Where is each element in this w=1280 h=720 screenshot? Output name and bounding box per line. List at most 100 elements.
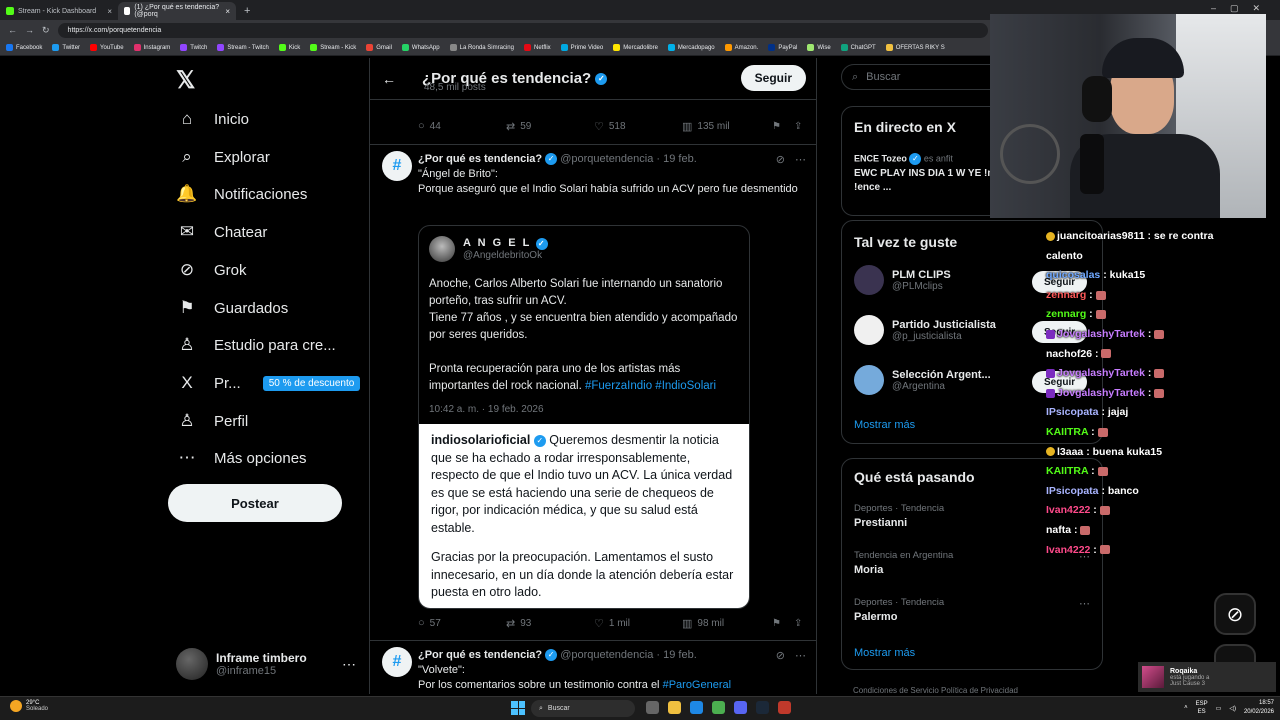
quoted-tweet[interactable]: A N G E L ✓ @AngeldebritoOk Anoche, Carl…	[418, 225, 750, 609]
forward-arrow-icon[interactable]: →	[25, 25, 34, 35]
suggested-account[interactable]: Partido Justicialista @p_justicialista	[854, 315, 996, 345]
clock[interactable]: 18:57 20/02/2026	[1244, 699, 1274, 717]
x-logo-icon[interactable]: 𝕏	[176, 66, 195, 95]
chat-username[interactable]: KAIITRA	[1046, 426, 1088, 438]
more-icon[interactable]: ⋯	[342, 656, 356, 673]
steam-icon[interactable]	[756, 701, 769, 714]
reply-button[interactable]: ○ 57	[418, 617, 506, 629]
chat-username[interactable]: JovgalashyTartek	[1057, 367, 1145, 379]
chat-username[interactable]: KAIITRA	[1046, 465, 1088, 477]
chrome-icon[interactable]	[712, 701, 725, 714]
chat-username[interactable]: nafta	[1046, 524, 1071, 536]
nav-item-explore[interactable]: ⌕ Explorar	[176, 143, 270, 171]
chat-username[interactable]: quicosalas	[1046, 269, 1100, 281]
weather-widget[interactable]: 29°C Soleado	[10, 700, 48, 712]
nav-item-home[interactable]: ⌂ Inicio	[176, 105, 249, 133]
nav-item-notifications[interactable]: 🔔 Notificaciones	[176, 180, 307, 208]
window-controls[interactable]: –▢✕	[1211, 3, 1274, 14]
bookmark-item[interactable]: Instagram	[133, 44, 170, 51]
bookmark-item[interactable]: PayPal	[768, 44, 797, 51]
follow-button[interactable]: Seguir	[740, 65, 806, 91]
messages-drawer[interactable]	[1214, 644, 1256, 664]
trend-name[interactable]: Palermo	[854, 611, 897, 623]
chat-username[interactable]: Ivan4222	[1046, 504, 1090, 516]
tweet-date[interactable]: · 19 feb.	[656, 153, 696, 165]
bookmark-item[interactable]: Kick	[278, 44, 300, 51]
avatar[interactable]: #	[382, 151, 412, 181]
bookmark-item[interactable]: Twitter	[52, 44, 80, 51]
bookmark-item[interactable]: Prime Video	[560, 44, 603, 51]
tweet[interactable]: # ¿Por qué es tendencia? ✓ @porquetenden…	[370, 144, 816, 639]
trend-name[interactable]: Prestianni	[854, 517, 907, 529]
bookmark-item[interactable]: ChatGPT	[840, 44, 876, 51]
back-arrow-icon[interactable]: ←	[8, 25, 17, 35]
views-button[interactable]: ▥ 98 mil	[682, 617, 772, 630]
grok-icon[interactable]: ⊘	[1214, 593, 1256, 635]
grok-icon[interactable]: ⊘	[776, 153, 785, 166]
close-tab-icon[interactable]: ×	[225, 7, 230, 16]
notification-toast[interactable]: Roqaika está jugando a Just Cause 3	[1138, 662, 1276, 692]
reload-icon[interactable]: ↻	[42, 25, 50, 36]
share-icon[interactable]: ⇪	[794, 618, 802, 629]
new-tab-button[interactable]: +	[236, 2, 258, 20]
show-more-link[interactable]: Mostrar más	[854, 419, 915, 431]
app-icon[interactable]	[778, 701, 791, 714]
more-icon[interactable]: ⋯	[795, 153, 806, 166]
file-explorer-icon[interactable]	[668, 701, 681, 714]
close-tab-icon[interactable]: ×	[107, 7, 112, 16]
suggested-account[interactable]: Selección Argent... @Argentina	[854, 365, 991, 395]
chat-username[interactable]: IPsicopata	[1046, 485, 1099, 497]
repost-button[interactable]: ⇄ 59	[506, 120, 594, 133]
bookmark-item[interactable]: OFERTAS RIKY S	[885, 44, 945, 51]
tweet-handle[interactable]: @porquetendencia	[560, 153, 653, 165]
bookmark-item[interactable]: Wise	[807, 44, 831, 51]
suggested-account[interactable]: PLM CLIPS @PLMclips	[854, 265, 951, 295]
bookmark-icon[interactable]: ⚑	[772, 618, 794, 629]
task-view-icon[interactable]	[646, 701, 659, 714]
nav-item-bookmarks[interactable]: ⚑ Guardados	[176, 294, 288, 322]
chat-username[interactable]: juancitoarias9811	[1057, 230, 1145, 242]
bookmark-item[interactable]: Twitch	[180, 44, 207, 51]
like-button[interactable]: ♡ 518	[594, 120, 682, 133]
chat-username[interactable]: zennarg	[1046, 308, 1086, 320]
avatar[interactable]: #	[382, 647, 412, 677]
bookmark-item[interactable]: Gmail	[366, 44, 392, 51]
like-button[interactable]: ♡ 1 mil	[594, 617, 682, 630]
bookmark-item[interactable]: La Ronda Simracing	[449, 44, 514, 51]
bookmark-item[interactable]: Netflix	[523, 44, 551, 51]
bookmark-item[interactable]: Stream - Kick	[310, 44, 356, 51]
network-icon[interactable]: ▭	[1216, 705, 1222, 712]
back-arrow-icon[interactable]: ←	[382, 71, 412, 87]
chat-username[interactable]: JovgalashyTartek	[1057, 328, 1145, 340]
browser-tab-kick[interactable]: Stream - Kick Dashboard ×	[0, 2, 118, 20]
bookmark-item[interactable]: Stream - Twitch	[217, 44, 269, 51]
quoted-image[interactable]: indiosolarioficial ✓ Queremos desmentir …	[419, 424, 749, 608]
browser-tab-x[interactable]: (1) ¿Por qué es tendencia? (@porq ×	[118, 2, 236, 20]
nav-item-more[interactable]: ⋯ Más opciones	[176, 444, 307, 472]
bookmark-item[interactable]: Mercadolibre	[613, 44, 658, 51]
bookmark-item[interactable]: Amazon.	[724, 44, 758, 51]
bookmark-item[interactable]: Facebook	[6, 44, 42, 51]
tweet-date[interactable]: · 19 feb.	[656, 649, 696, 661]
discord-icon[interactable]	[734, 701, 747, 714]
views-button[interactable]: ▥ 135 mil	[682, 120, 772, 133]
bookmark-item[interactable]: WhatsApp	[401, 44, 440, 51]
grok-icon[interactable]: ⊘	[776, 649, 785, 662]
chat-username[interactable]: l3aaa	[1057, 446, 1083, 458]
share-icon[interactable]: ⇪	[794, 121, 802, 132]
nav-item-chat[interactable]: ✉ Chatear	[176, 218, 268, 246]
more-icon[interactable]: ⋯	[795, 649, 806, 662]
url-input[interactable]: https://x.com/porquetendencia	[57, 22, 988, 38]
live-host[interactable]: ENCE Tozeo ✓ es anfit	[854, 153, 953, 165]
account-switcher[interactable]: Inframe timbero @inframe15 ⋯	[176, 644, 356, 684]
show-more-link[interactable]: Mostrar más	[854, 647, 915, 659]
tweet-handle[interactable]: @porquetendencia	[560, 649, 653, 661]
taskbar-search[interactable]: ⌕ Buscar	[531, 700, 635, 717]
language-indicator[interactable]: ESP ES	[1196, 700, 1208, 716]
tweet[interactable]: # ¿Por qué es tendencia? ✓ @porquetenden…	[370, 640, 816, 694]
chat-username[interactable]: Ivan4222	[1046, 544, 1090, 556]
edge-icon[interactable]	[690, 701, 703, 714]
trend-name[interactable]: Moria	[854, 564, 883, 576]
windows-start-icon[interactable]	[511, 701, 525, 715]
nav-item-premium[interactable]: X Pr... 50 % de descuento	[176, 369, 361, 397]
